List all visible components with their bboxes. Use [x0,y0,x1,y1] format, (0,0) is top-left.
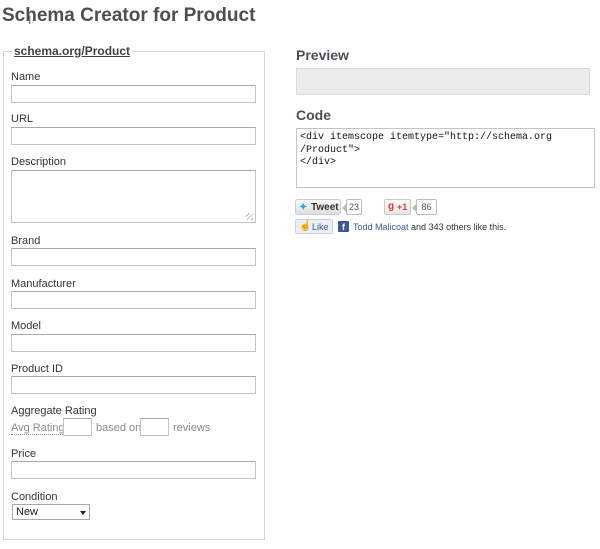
dropdown-arrow-icon [80,511,86,515]
manufacturer-input[interactable] [11,291,256,309]
preview-box [296,68,590,95]
like-label: Like [312,222,329,232]
tweet-button[interactable]: ✦ Tweet [295,199,341,215]
preview-heading: Preview [296,47,349,63]
manufacturer-label: Manufacturer [11,278,76,290]
text-cursor-icon: I [28,13,32,27]
tweet-count: 23 [342,199,362,215]
condition-select[interactable]: New [12,504,90,520]
based-on-label: based on [96,422,142,434]
brand-label: Brand [11,235,41,247]
description-textarea[interactable] [11,170,256,223]
facebook-others-text: and 343 others like this. [411,222,507,232]
facebook-friend-link[interactable]: Todd Malicoat [353,222,409,232]
condition-selected-value: New [16,506,39,518]
url-label: URL [11,113,34,125]
facebook-icon: f [338,221,349,232]
facebook-like-text: Todd Malicoat and 343 others like this. [353,222,506,232]
condition-label: Condition [11,491,58,503]
twitter-bird-icon: ✦ [299,202,308,213]
url-input[interactable] [11,127,256,145]
product-id-label: Product ID [11,363,63,375]
description-label: Description [11,156,67,168]
brand-input[interactable] [11,248,256,266]
gplus-button[interactable]: g +1 [384,199,411,215]
page-title: Schema Creator for Product [2,5,256,26]
reviews-label: reviews [173,422,211,434]
avg-rating-input[interactable] [63,418,92,436]
price-input[interactable] [11,461,256,479]
code-textarea[interactable]: <div itemscope itemtype="http://schema.o… [296,128,595,188]
product-id-input[interactable] [11,376,256,394]
facebook-like-button[interactable]: ☝ Like [295,219,333,234]
code-heading: Code [296,107,331,123]
model-input[interactable] [11,334,256,352]
model-label: Model [11,320,41,332]
form-legend: schema.org/Product [12,44,132,58]
review-count-input[interactable] [140,418,169,436]
thumbs-up-icon: ☝ [299,221,312,232]
name-input[interactable] [11,85,256,103]
google-plus-icon: g [388,201,395,212]
schema-org-product-link[interactable]: schema.org/Product [14,44,130,58]
resize-grip-icon[interactable] [246,213,253,220]
gplus-label: +1 [397,202,408,212]
tweet-label: Tweet [311,202,339,213]
price-label: Price [11,448,37,460]
aggregate-rating-label: Aggregate Rating [11,405,97,417]
avg-rating-label: Avg Rating [11,422,65,435]
name-label: Name [11,71,41,83]
gplus-count: 86 [412,199,437,215]
